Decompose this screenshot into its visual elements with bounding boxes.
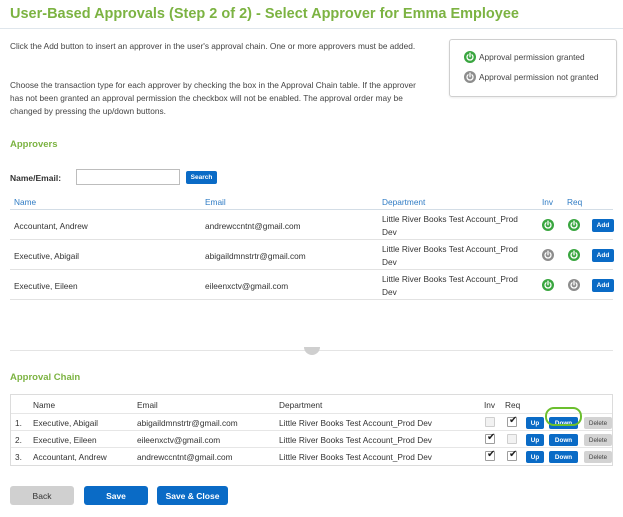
power-not-granted-icon bbox=[464, 71, 476, 83]
req-checkbox bbox=[507, 434, 517, 444]
chain-department: Little River Books Test Account_Prod Dev bbox=[279, 418, 432, 428]
col-name: Name bbox=[14, 197, 37, 207]
checkmark-icon: ✔ bbox=[487, 432, 496, 443]
save-close-button[interactable]: Save & Close bbox=[157, 486, 228, 505]
checkmark-icon: ✔ bbox=[487, 449, 496, 460]
checkmark-icon: ✔ bbox=[509, 415, 518, 426]
approver-email: abigaildmnstrtr@gmail.com bbox=[205, 251, 306, 261]
inv-granted-icon bbox=[542, 279, 554, 291]
chain-col-department: Department bbox=[279, 400, 323, 410]
approver-name: Accountant, Andrew bbox=[14, 221, 88, 231]
back-button[interactable]: Back bbox=[10, 486, 74, 505]
power-granted-icon bbox=[464, 51, 476, 63]
chain-table-header: Name Email Department Inv Req bbox=[11, 395, 612, 413]
req-checkbox[interactable]: ✔ bbox=[507, 449, 518, 461]
approver-department: Little River Books Test Account_Prod Dev bbox=[382, 274, 518, 297]
approver-email: eileenxctv@gmail.com bbox=[205, 281, 289, 291]
chain-name: Executive, Eileen bbox=[33, 435, 97, 445]
add-approver-button[interactable]: Add bbox=[592, 249, 614, 262]
approver-email: andrewccntnt@gmail.com bbox=[205, 221, 301, 231]
approvers-table: Name Email Department Inv Req Accountant… bbox=[10, 193, 614, 351]
chain-department: Little River Books Test Account_Prod Dev bbox=[279, 452, 432, 462]
chain-name: Accountant, Andrew bbox=[33, 452, 107, 462]
inv-granted-icon bbox=[542, 219, 554, 231]
up-button[interactable]: Up bbox=[526, 451, 544, 463]
chain-name: Executive, Abigail bbox=[33, 418, 99, 428]
approver-department: Little River Books Test Account_Prod Dev bbox=[382, 214, 518, 237]
approver-department: Little River Books Test Account_Prod Dev bbox=[382, 244, 518, 267]
chain-email: eileenxctv@gmail.com bbox=[137, 435, 221, 445]
approver-name: Executive, Abigail bbox=[14, 251, 80, 261]
approver-row: Executive, Eileen eileenxctv@gmail.com Lit… bbox=[10, 270, 614, 300]
delete-button[interactable]: Delete bbox=[584, 434, 612, 446]
up-button[interactable]: Up bbox=[526, 417, 544, 429]
down-button[interactable]: Down bbox=[549, 451, 578, 463]
checkmark-icon: ✔ bbox=[509, 449, 518, 460]
search-button[interactable]: Search bbox=[186, 171, 217, 184]
col-department: Department bbox=[382, 197, 426, 207]
chain-col-email: Email bbox=[137, 400, 158, 410]
up-button[interactable]: Up bbox=[526, 434, 544, 446]
intro-text-2: Choose the transaction type for each app… bbox=[10, 80, 416, 116]
chain-row: 3. Accountant, Andrew andrewccntnt@gmail.c… bbox=[11, 447, 612, 464]
intro-text-1: Click the Add button to insert an approv… bbox=[10, 41, 416, 51]
approvers-table-header: Name Email Department Inv Req bbox=[10, 193, 613, 210]
down-button[interactable]: Down bbox=[549, 417, 578, 429]
add-approver-button[interactable]: Add bbox=[592, 219, 614, 232]
search-input[interactable] bbox=[76, 169, 180, 185]
legend-granted-label: Approval permission granted bbox=[479, 52, 585, 62]
down-button[interactable]: Down bbox=[549, 434, 578, 446]
approver-row: Executive, Abigail abigaildmnstrtr@gmail.… bbox=[10, 240, 614, 270]
chain-order: 1. bbox=[15, 418, 22, 428]
req-granted-icon bbox=[568, 249, 580, 261]
chain-order: 3. bbox=[15, 452, 22, 462]
chain-col-inv: Inv bbox=[484, 400, 496, 410]
req-granted-icon bbox=[568, 219, 580, 231]
approvers-heading: Approvers bbox=[10, 139, 58, 150]
legend-not-granted-label: Approval permission not granted bbox=[479, 72, 599, 82]
delete-button[interactable]: Delete bbox=[584, 417, 612, 429]
chain-row: 2. Executive, Eileen eileenxctv@gmail.com L… bbox=[11, 430, 612, 447]
inv-not-granted-icon bbox=[542, 249, 554, 261]
chain-email: andrewccntnt@gmail.com bbox=[137, 452, 233, 462]
chain-row: 1. Executive, Abigail abigaildmnstrtr@gmai… bbox=[11, 413, 612, 430]
chain-col-name: Name bbox=[33, 400, 56, 410]
chain-col-req: Req bbox=[505, 400, 521, 410]
approval-chain-heading: Approval Chain bbox=[10, 372, 81, 383]
scroll-handle[interactable] bbox=[304, 347, 320, 355]
chain-order: 2. bbox=[15, 435, 22, 445]
legend-granted: Approval permission granted bbox=[464, 51, 585, 63]
title-divider bbox=[0, 28, 623, 29]
col-email: Email bbox=[205, 197, 226, 207]
inv-checkbox[interactable]: ✔ bbox=[485, 449, 496, 461]
req-checkbox[interactable]: ✔ bbox=[507, 415, 518, 427]
chain-department: Little River Books Test Account_Prod Dev bbox=[279, 435, 432, 445]
legend-not-granted: Approval permission not granted bbox=[464, 71, 598, 83]
approver-row: Accountant, Andrew andrewccntnt@gmail.com… bbox=[10, 210, 614, 240]
req-not-granted-icon bbox=[568, 279, 580, 291]
save-button[interactable]: Save bbox=[84, 486, 148, 505]
approval-chain-table: Name Email Department Inv Req 1. Executiv… bbox=[10, 394, 613, 466]
chain-email: abigaildmnstrtr@gmail.com bbox=[137, 418, 238, 428]
col-inv: Inv bbox=[542, 197, 554, 207]
col-req: Req bbox=[567, 197, 583, 207]
approver-name: Executive, Eileen bbox=[14, 281, 78, 291]
inv-checkbox[interactable]: ✔ bbox=[485, 432, 496, 444]
page-title: User-Based Approvals (Step 2 of 2) - Sel… bbox=[10, 6, 519, 22]
delete-button[interactable]: Delete bbox=[584, 451, 612, 463]
search-label: Name/Email: bbox=[10, 173, 62, 183]
add-approver-button[interactable]: Add bbox=[592, 279, 614, 292]
inv-checkbox bbox=[485, 417, 495, 427]
permission-legend: Approval permission granted Approval per… bbox=[449, 39, 617, 97]
